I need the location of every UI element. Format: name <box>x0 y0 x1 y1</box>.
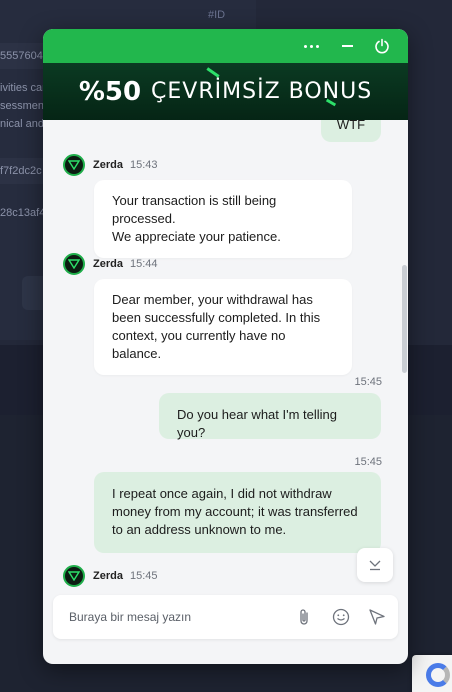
chat-header <box>43 29 408 63</box>
chevron-down-icon <box>369 560 381 571</box>
incoming-message: Your transaction is still being processe… <box>94 180 352 258</box>
outgoing-message: WTF <box>321 120 381 142</box>
outgoing-message: I repeat once again, I did not withdraw … <box>94 472 381 553</box>
message-time: 15:45 <box>129 570 158 582</box>
agent-header: Zerda 15:43 <box>63 153 158 177</box>
power-icon[interactable] <box>371 35 393 57</box>
scroll-down-button[interactable] <box>357 548 393 582</box>
agent-name: Zerda <box>93 258 123 270</box>
message-line: Your transaction is still being processe… <box>112 193 277 226</box>
background-text: 28c13af4 <box>0 207 46 219</box>
more-icon[interactable] <box>300 35 322 57</box>
agent-name: Zerda <box>93 159 123 171</box>
agent-header: Zerda 15:45 <box>63 564 158 588</box>
message-line: Dear member, your withdrawal has <box>112 292 313 307</box>
incoming-message: Dear member, your withdrawal has been su… <box>94 279 352 375</box>
message-time: 15:43 <box>129 159 158 171</box>
minimize-icon[interactable] <box>336 35 358 57</box>
message-composer <box>53 595 398 639</box>
outgoing-message: Do you hear what I'm telling you? <box>159 393 381 440</box>
message-line: I repeat once again, I did not withdraw <box>112 486 332 501</box>
agent-avatar <box>63 154 85 176</box>
background-text: sessment <box>0 100 48 112</box>
message-line: Do you hear what I'm telling you? <box>177 407 338 440</box>
attach-icon[interactable] <box>293 606 315 628</box>
scrollbar[interactable] <box>402 265 407 373</box>
background-text: ivities can <box>0 82 49 94</box>
message-line: to an address unknown to me. <box>112 522 287 537</box>
banner-spark <box>206 67 220 78</box>
message-line: We appreciate your patience. <box>112 229 281 244</box>
message-time: 15:44 <box>129 258 158 270</box>
banner-text: ÇEVRİMSİZ BONUS <box>151 79 373 104</box>
message-line: context, you currently have no balance. <box>112 328 286 361</box>
message-line: money from my account; it was transferre… <box>112 504 358 519</box>
background-id-label: #ID <box>208 9 226 21</box>
agent-name: Zerda <box>93 570 123 582</box>
bonus-banner[interactable]: %50 ÇEVRİMSİZ BONUS <box>43 63 408 120</box>
message-input[interactable] <box>53 595 283 639</box>
send-icon[interactable] <box>366 606 388 628</box>
message-line: been successfully completed. In this <box>112 310 321 325</box>
message-time: 15:45 <box>354 376 382 388</box>
message-time: 15:45 <box>354 456 382 468</box>
agent-header: Zerda 15:44 <box>63 252 158 276</box>
emoji-icon[interactable] <box>330 606 352 628</box>
message-text: WTF <box>336 120 366 132</box>
agent-avatar <box>63 565 85 587</box>
banner-percent: %50 <box>78 76 142 107</box>
background-text: nical and <box>0 118 45 130</box>
chat-widget: %50 ÇEVRİMSİZ BONUS WTF Zerda 15:43 Your… <box>43 29 408 664</box>
message-list[interactable]: WTF Zerda 15:43 Your transaction is stil… <box>43 120 408 590</box>
agent-avatar <box>63 253 85 275</box>
recaptcha-badge[interactable] <box>412 655 452 692</box>
recaptcha-icon <box>426 663 450 687</box>
